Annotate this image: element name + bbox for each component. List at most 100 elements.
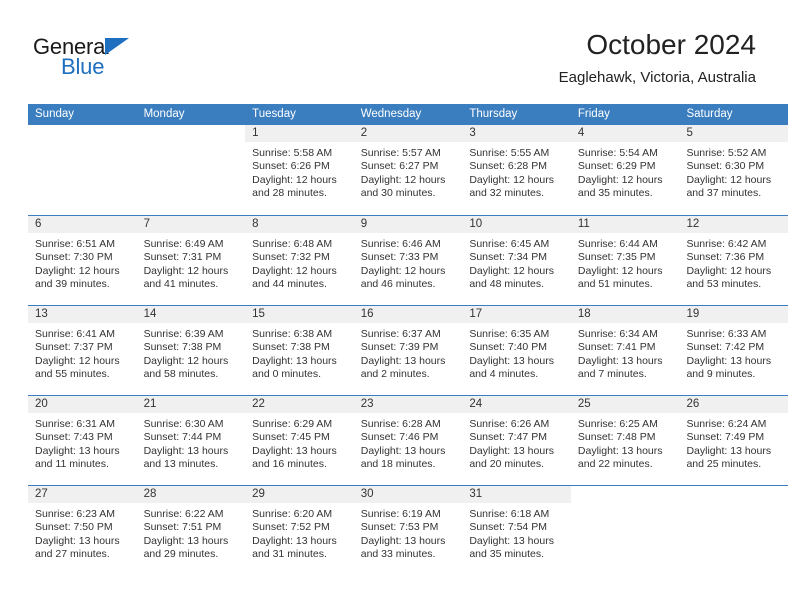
calendar-day-cell[interactable]: 7 Sunrise: 6:49 AM Sunset: 7:31 PM Daylight… (136, 216, 246, 305)
sunset-text: Sunset: 7:52 PM (252, 521, 330, 534)
calendar-day-cell[interactable]: 20 Sunrise: 6:31 AM Sunset: 7:43 PM Dayligh… (28, 396, 137, 485)
day-number (28, 125, 137, 142)
sunrise-text: Sunrise: 6:49 AM (143, 238, 224, 250)
sunrise-text: Sunrise: 6:18 AM (469, 508, 550, 520)
calendar-day-cell[interactable]: 1 Sunrise: 5:58 AM Sunset: 6:26 PM Daylight… (245, 125, 354, 215)
calendar-day-cell[interactable]: 8 Sunrise: 6:48 AM Sunset: 7:32 PM Daylight… (245, 216, 354, 305)
daylight-text: Daylight: 12 hours and 28 minutes. (252, 173, 337, 200)
sunset-text: Sunset: 6:27 PM (360, 160, 439, 173)
day-sun-info: Sunrise: 6:18 AM Sunset: 7:54 PM Daylight:… (462, 503, 571, 562)
calendar-day-cell[interactable]: 31 Sunrise: 6:18 AM Sunset: 7:54 PM Dayligh… (462, 486, 571, 575)
daylight-text: Daylight: 12 hours and 46 minutes. (360, 264, 446, 291)
general-blue-logo[interactable]: General Blue (33, 36, 183, 84)
sunset-text: Sunset: 7:37 PM (35, 341, 113, 354)
sunrise-text: Sunrise: 6:46 AM (360, 238, 441, 250)
calendar-day-cell[interactable]: 18 Sunrise: 6:34 AM Sunset: 7:41 PM Dayligh… (570, 306, 680, 395)
day-number: 23 (353, 396, 463, 413)
sunrise-text: Sunrise: 6:28 AM (360, 418, 441, 430)
daylight-text: Daylight: 12 hours and 32 minutes. (469, 173, 554, 200)
sunset-text: Sunset: 7:48 PM (577, 431, 656, 444)
day-sun-info: Sunrise: 6:51 AM Sunset: 7:30 PM Daylight:… (28, 233, 137, 292)
sunset-text: Sunset: 7:40 PM (469, 341, 547, 354)
page-header: General Blue October 2024 Eaglehawk, Vic… (0, 0, 792, 104)
sunrise-text: Sunrise: 6:30 AM (143, 418, 224, 430)
day-number: 22 (245, 396, 354, 413)
calendar-day-cell[interactable]: 3 Sunrise: 5:55 AM Sunset: 6:28 PM Daylight… (462, 125, 571, 215)
calendar-day-cell[interactable]: 24 Sunrise: 6:26 AM Sunset: 7:47 PM Dayligh… (462, 396, 571, 485)
day-number: 21 (136, 396, 246, 413)
daylight-text: Daylight: 13 hours and 0 minutes. (252, 354, 337, 381)
sunset-text: Sunset: 6:26 PM (252, 160, 330, 173)
daylight-text: Daylight: 12 hours and 58 minutes. (143, 354, 229, 381)
calendar-day-cell[interactable]: 19 Sunrise: 6:33 AM Sunset: 7:42 PM Dayligh… (679, 306, 789, 395)
daylight-text: Daylight: 12 hours and 44 minutes. (252, 264, 337, 291)
calendar-day-cell[interactable]: 22 Sunrise: 6:29 AM Sunset: 7:45 PM Dayligh… (245, 396, 354, 485)
calendar-day-cell[interactable]: 11 Sunrise: 6:44 AM Sunset: 7:35 PM Dayligh… (570, 216, 680, 305)
daylight-text: Daylight: 12 hours and 48 minutes. (469, 264, 554, 291)
daylight-text: Daylight: 13 hours and 13 minutes. (143, 444, 229, 471)
daylight-text: Daylight: 13 hours and 2 minutes. (360, 354, 446, 381)
sunset-text: Sunset: 7:34 PM (469, 251, 547, 264)
daylight-text: Daylight: 12 hours and 35 minutes. (577, 173, 663, 200)
sunrise-text: Sunrise: 6:22 AM (143, 508, 224, 520)
weekday-header-monday: Monday (143, 108, 185, 120)
daylight-text: Daylight: 13 hours and 4 minutes. (469, 354, 554, 381)
daylight-text: Daylight: 13 hours and 7 minutes. (577, 354, 663, 381)
day-sun-info: Sunrise: 5:58 AM Sunset: 6:26 PM Daylight:… (245, 142, 354, 201)
blue-triangle-icon (105, 38, 129, 55)
sunrise-text: Sunrise: 6:38 AM (252, 328, 333, 340)
day-sun-info: Sunrise: 5:54 AM Sunset: 6:29 PM Daylight:… (571, 142, 680, 201)
calendar-week-row: 20 Sunrise: 6:31 AM Sunset: 7:43 PM Dayligh… (28, 395, 789, 485)
calendar-day-cell[interactable]: 27 Sunrise: 6:23 AM Sunset: 7:50 PM Dayligh… (28, 486, 137, 575)
calendar-day-cell[interactable]: 26 Sunrise: 6:24 AM Sunset: 7:49 PM Dayligh… (679, 396, 789, 485)
day-sun-info: Sunrise: 6:19 AM Sunset: 7:53 PM Daylight:… (354, 503, 463, 562)
day-number: 6 (28, 216, 137, 233)
sunrise-text: Sunrise: 6:20 AM (252, 508, 333, 520)
calendar-day-cell[interactable]: 30 Sunrise: 6:19 AM Sunset: 7:53 PM Dayligh… (353, 486, 463, 575)
calendar-day-cell[interactable]: 13 Sunrise: 6:41 AM Sunset: 7:37 PM Dayligh… (28, 306, 137, 395)
sunset-text: Sunset: 7:31 PM (143, 251, 222, 264)
calendar-day-cell[interactable]: 17 Sunrise: 6:35 AM Sunset: 7:40 PM Dayligh… (462, 306, 571, 395)
calendar-day-cell[interactable]: 28 Sunrise: 6:22 AM Sunset: 7:51 PM Dayligh… (136, 486, 246, 575)
calendar-day-cell[interactable]: 2 Sunrise: 5:57 AM Sunset: 6:27 PM Daylight… (353, 125, 463, 215)
calendar-day-cell[interactable]: 12 Sunrise: 6:42 AM Sunset: 7:36 PM Dayligh… (679, 216, 789, 305)
calendar-day-cell[interactable]: 15 Sunrise: 6:38 AM Sunset: 7:38 PM Dayligh… (245, 306, 354, 395)
calendar-day-cell[interactable]: 14 Sunrise: 6:39 AM Sunset: 7:38 PM Dayligh… (136, 306, 246, 395)
sunrise-text: Sunrise: 5:52 AM (686, 147, 767, 159)
day-sun-info: Sunrise: 6:33 AM Sunset: 7:42 PM Daylight:… (679, 323, 788, 382)
calendar-day-cell[interactable]: 16 Sunrise: 6:37 AM Sunset: 7:39 PM Dayligh… (353, 306, 463, 395)
daylight-text: Daylight: 13 hours and 25 minutes. (686, 444, 772, 471)
logo-text-blue: Blue (61, 54, 105, 79)
calendar-day-cell[interactable]: 6 Sunrise: 6:51 AM Sunset: 7:30 PM Daylight… (28, 216, 137, 305)
sunset-text: Sunset: 7:38 PM (252, 341, 330, 354)
sunrise-text: Sunrise: 6:23 AM (35, 508, 115, 520)
daylight-text: Daylight: 12 hours and 51 minutes. (577, 264, 663, 291)
calendar-day-cell[interactable]: 10 Sunrise: 6:45 AM Sunset: 7:34 PM Dayligh… (462, 216, 571, 305)
day-number: 1 (245, 125, 354, 142)
calendar-day-cell[interactable]: 4 Sunrise: 5:54 AM Sunset: 6:29 PM Daylight… (570, 125, 680, 215)
calendar-day-cell[interactable]: 25 Sunrise: 6:25 AM Sunset: 7:48 PM Dayligh… (570, 396, 680, 485)
calendar-day-cell[interactable]: 5 Sunrise: 5:52 AM Sunset: 6:30 PM Daylight… (679, 125, 789, 215)
day-number: 25 (570, 396, 680, 413)
day-number: 9 (353, 216, 463, 233)
sunset-text: Sunset: 7:47 PM (469, 431, 547, 444)
calendar-day-cell[interactable]: 23 Sunrise: 6:28 AM Sunset: 7:46 PM Dayligh… (353, 396, 463, 485)
calendar-grid: Sunday Monday Tuesday Wednesday Thursday… (28, 104, 789, 575)
daylight-text: Daylight: 13 hours and 33 minutes. (360, 534, 446, 561)
calendar-day-cell-empty (28, 125, 137, 215)
daylight-text: Daylight: 13 hours and 22 minutes. (577, 444, 663, 471)
calendar-day-cell[interactable]: 21 Sunrise: 6:30 AM Sunset: 7:44 PM Dayligh… (136, 396, 246, 485)
daylight-text: Daylight: 12 hours and 37 minutes. (686, 173, 772, 200)
daylight-text: Daylight: 13 hours and 20 minutes. (469, 444, 554, 471)
weekday-header-saturday: Saturday (686, 108, 733, 120)
calendar-day-cell[interactable]: 9 Sunrise: 6:46 AM Sunset: 7:33 PM Daylight… (353, 216, 463, 305)
day-sun-info: Sunrise: 6:44 AM Sunset: 7:35 PM Daylight:… (571, 233, 680, 292)
sunset-text: Sunset: 7:36 PM (686, 251, 765, 264)
day-sun-info: Sunrise: 6:35 AM Sunset: 7:40 PM Daylight:… (462, 323, 571, 382)
calendar-day-cell-empty (679, 486, 788, 575)
day-sun-info: Sunrise: 6:41 AM Sunset: 7:37 PM Daylight:… (28, 323, 137, 382)
day-sun-info: Sunrise: 6:37 AM Sunset: 7:39 PM Daylight:… (354, 323, 463, 382)
day-number: 28 (136, 486, 246, 503)
page-subtitle: Eaglehawk, Victoria, Australia (558, 68, 756, 86)
calendar-day-cell[interactable]: 29 Sunrise: 6:20 AM Sunset: 7:52 PM Dayligh… (245, 486, 354, 575)
